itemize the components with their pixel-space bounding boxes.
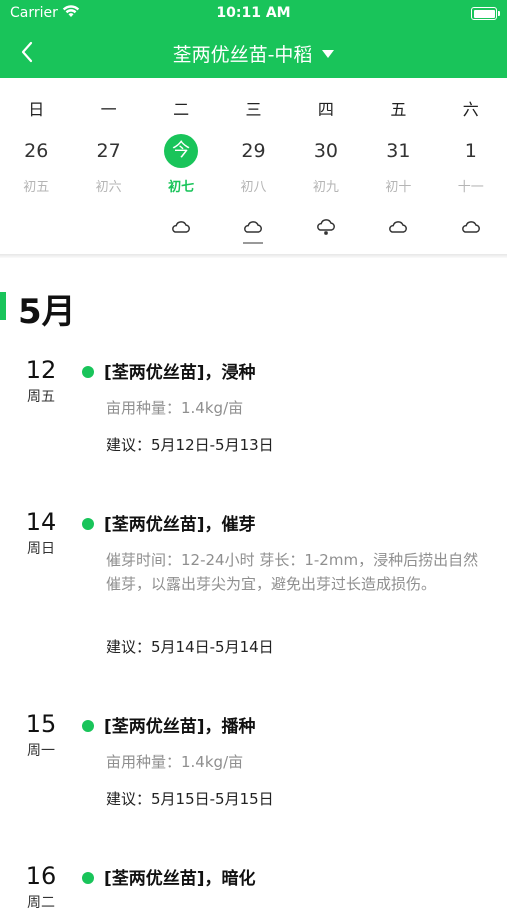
day-number: 26: [24, 140, 49, 162]
task-day-number: 16: [25, 862, 57, 890]
day-number: 31: [386, 140, 411, 162]
cloudy-icon: [461, 221, 480, 233]
lunar-date: 初九: [312, 180, 339, 195]
weekday-label: 六: [462, 100, 479, 119]
lunar-date: 初十: [385, 180, 412, 195]
status-dot: [82, 518, 94, 530]
lunar-date: 初五: [23, 180, 50, 195]
calendar-day[interactable]: 日 26 初五: [0, 78, 72, 254]
task-day-number: 12: [25, 356, 57, 384]
day-number: 30: [313, 140, 339, 162]
task-date: 15 周一: [22, 710, 60, 760]
task-date: 12 周五: [22, 356, 60, 406]
task-day-number: 15: [25, 710, 57, 738]
caret-down-icon: [322, 49, 335, 58]
task-suggestion: 建议：5月14日-5月14日: [106, 638, 274, 656]
month-accent-bar: [0, 292, 6, 320]
task-description: 催芽时间：12-24小时 芽长：1-2mm，浸种后捞出自然催芽，以露出芽尖为宜，…: [106, 551, 479, 593]
cloudy-icon: [244, 221, 263, 233]
task-day-number: 14: [25, 508, 57, 536]
calendar-day[interactable]: 三 29 初八: [217, 78, 289, 254]
cloudy-icon: [389, 221, 408, 233]
task-date: 14 周日: [22, 508, 60, 558]
calendar-day[interactable]: 五 31 初十: [362, 78, 434, 254]
weekday-label: 日: [28, 100, 45, 119]
lunar-date: 十一: [457, 180, 484, 195]
day-number: 29: [241, 140, 266, 162]
task-suggestion: 建议：5月12日-5月13日: [106, 436, 274, 454]
calendar-day[interactable]: 六 1 十一: [435, 78, 507, 254]
week-calendar: 日 26 初五 一 27 初六 二 今 初七 三 29 初八 四 30 初九 五…: [0, 78, 507, 254]
day-number: 27: [96, 140, 121, 162]
lunar-date: 初六: [95, 180, 122, 195]
selected-weather-indicator: [243, 242, 264, 244]
lunar-date: 初八: [240, 180, 267, 195]
month-heading: 5月: [18, 292, 76, 332]
status-dot: [82, 366, 94, 378]
weekday-label: 四: [317, 100, 334, 119]
task-title[interactable]: [荃两优丝苗]，催芽: [104, 510, 256, 535]
today-marker: 今: [164, 134, 199, 168]
weekday-label: 二: [173, 100, 190, 119]
app-header: Carrier 10:11 AM 荃两优丝苗-中稻: [0, 0, 507, 78]
status-dot: [82, 872, 94, 884]
snow-cloud-icon: [317, 219, 335, 235]
lunar-date: 初七: [168, 180, 195, 195]
task-description: 亩用种量：1.4kg/亩: [106, 399, 244, 417]
crop-selector[interactable]: 荃两优丝苗-中稻: [0, 40, 507, 67]
task-weekday: 周五: [27, 389, 55, 405]
calendar-day[interactable]: 四 30 初九: [290, 78, 362, 254]
weekday-label: 三: [245, 100, 262, 119]
divider: [0, 254, 507, 258]
weekday-label: 五: [390, 100, 407, 119]
page-title: 荃两优丝苗-中稻: [172, 44, 313, 66]
task-date: 16 周二: [22, 862, 60, 912]
task-description: 亩用种量：1.4kg/亩: [106, 753, 244, 771]
weekday-label: 一: [100, 100, 117, 119]
status-bar: Carrier 10:11 AM: [0, 0, 507, 28]
task-weekday: 周二: [27, 895, 55, 911]
status-time: 10:11 AM: [216, 5, 291, 21]
status-dot: [82, 720, 94, 732]
calendar-day-today[interactable]: 二 今 初七: [145, 78, 217, 254]
task-title[interactable]: [荃两优丝苗]，暗化: [104, 864, 256, 889]
cloudy-icon: [172, 221, 190, 233]
calendar-day[interactable]: 一 27 初六: [72, 78, 144, 254]
battery-icon: [471, 7, 500, 20]
task-suggestion: 建议：5月15日-5月15日: [106, 790, 274, 808]
day-number: 1: [464, 140, 477, 162]
task-weekday: 周日: [27, 541, 55, 557]
task-title[interactable]: [荃两优丝苗]，浸种: [104, 358, 256, 383]
task-weekday: 周一: [27, 743, 55, 759]
task-title[interactable]: [荃两优丝苗]，播种: [104, 712, 256, 737]
